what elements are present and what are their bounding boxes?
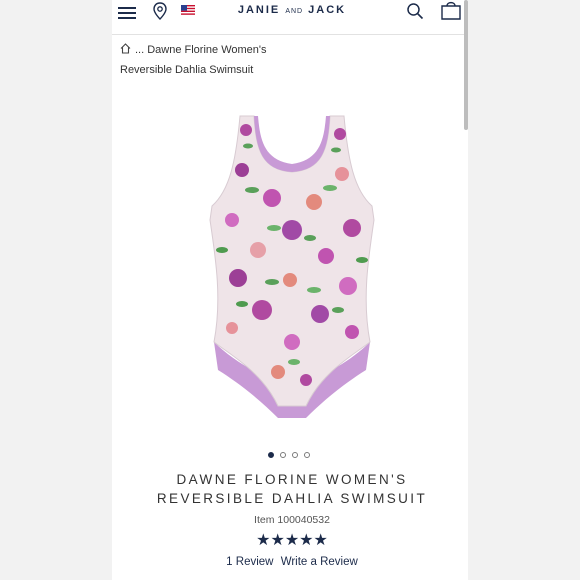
menu-icon[interactable] xyxy=(118,4,136,20)
us-flag-icon[interactable] xyxy=(181,5,195,15)
review-links: 1 Review Write a Review xyxy=(172,556,412,568)
brand-logo[interactable]: JANIE AND JACK xyxy=(232,4,352,16)
home-icon[interactable] xyxy=(120,43,131,54)
mobile-page: JANIE AND JACK ... Dawne Florine Women's… xyxy=(112,0,468,580)
breadcrumb-link-parent[interactable]: ... Dawne Florine Women's xyxy=(135,44,267,56)
breadcrumb-current: Reversible Dahlia Swimsuit xyxy=(120,64,254,76)
item-number: Item 100040532 xyxy=(254,514,330,526)
breadcrumb: ... Dawne Florine Women's Reversible Dah… xyxy=(120,40,420,80)
background-right xyxy=(468,0,580,580)
carousel-dot-2[interactable] xyxy=(280,452,286,458)
top-nav-bar: JANIE AND JACK xyxy=(112,0,468,35)
search-icon[interactable] xyxy=(406,2,424,20)
location-pin-icon[interactable] xyxy=(152,2,168,20)
scrollbar[interactable] xyxy=(464,0,468,130)
rating-stars[interactable]: ★★★★★ xyxy=(250,533,334,549)
write-review-link[interactable]: Write a Review xyxy=(281,556,358,568)
carousel-dot-1[interactable] xyxy=(268,452,274,458)
shopping-bag-icon[interactable] xyxy=(440,0,462,20)
swimsuit-product-image[interactable] xyxy=(202,110,382,430)
product-title: DAWNE FLORINE WOMEN'S REVERSIBLE DAHLIA … xyxy=(156,472,428,506)
background-left xyxy=(0,0,112,580)
review-count-link[interactable]: 1 Review xyxy=(226,556,273,568)
image-carousel-dots xyxy=(268,452,316,460)
carousel-dot-4[interactable] xyxy=(304,452,310,458)
carousel-dot-3[interactable] xyxy=(292,452,298,458)
